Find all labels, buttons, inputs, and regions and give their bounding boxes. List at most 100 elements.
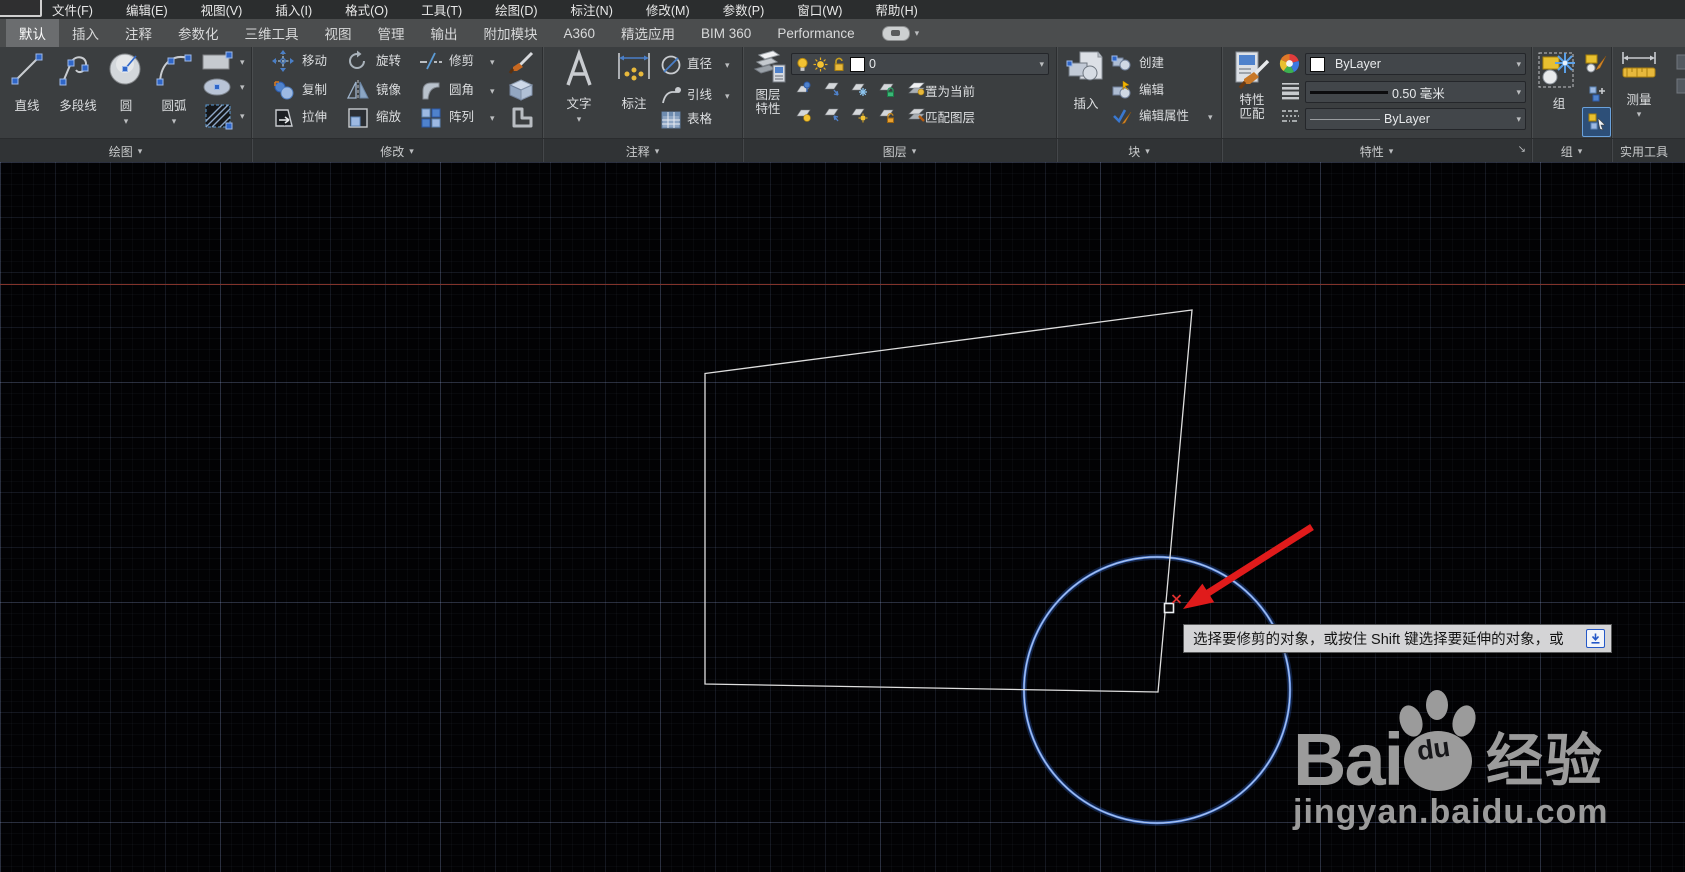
measure-button[interactable]: 测量 ▾ (1616, 49, 1662, 119)
polyline-entity[interactable] (704, 309, 1193, 693)
tab-add-ins[interactable]: 附加模块 (471, 19, 551, 47)
chevron-down-icon[interactable]: ▾ (240, 83, 245, 92)
insert-block-button[interactable]: 插入 (1065, 49, 1107, 111)
copy-button[interactable] (272, 79, 296, 106)
stretch-button[interactable] (272, 106, 296, 135)
array-label[interactable]: 阵列 (449, 108, 474, 126)
tab-a360[interactable]: A360 (551, 19, 609, 47)
ribbon-display-toggle[interactable]: ▾ (881, 19, 919, 47)
tab-output[interactable]: 输出 (418, 19, 471, 47)
edit-block-label[interactable]: 编辑 (1139, 81, 1164, 99)
panel-title-modify[interactable]: 修改 ▾ (252, 139, 543, 163)
chevron-down-icon[interactable]: ▾ (725, 61, 730, 70)
mirror-button[interactable] (346, 79, 370, 106)
menu-tools[interactable]: 工具(T) (421, 0, 462, 19)
layer-unisolate-icon[interactable] (823, 106, 840, 123)
panel-title-group[interactable]: 组 ▾ (1532, 139, 1612, 163)
line-button[interactable]: 直线 (4, 49, 50, 113)
move-button[interactable] (272, 50, 294, 77)
menu-edit[interactable]: 编辑(E) (126, 0, 168, 19)
stretch-label[interactable]: 拉伸 (302, 108, 327, 126)
layer-on-icon[interactable] (795, 106, 812, 123)
layer-properties-button[interactable]: 图层 特性 (747, 49, 789, 116)
create-block-label[interactable]: 创建 (1139, 54, 1164, 72)
scale-button[interactable] (346, 106, 370, 135)
match-properties-button[interactable] (507, 50, 535, 81)
layer-lock-icon[interactable] (879, 80, 896, 97)
chevron-down-icon[interactable]: ▾ (124, 117, 129, 126)
chevron-down-icon[interactable]: ▾ (725, 92, 730, 101)
menu-dimension[interactable]: 标注(N) (571, 0, 613, 19)
array-button[interactable] (419, 106, 443, 135)
panel-title-utilities[interactable]: 实用工具 (1612, 139, 1685, 163)
object-color-select[interactable]: ByLayer ▾ (1305, 53, 1526, 75)
tab-parametric[interactable]: 参数化 (165, 19, 232, 47)
leader-label[interactable]: 引线 (687, 86, 712, 104)
scale-label[interactable]: 缩放 (376, 108, 401, 126)
leader-button[interactable] (660, 85, 682, 112)
move-label[interactable]: 移动 (302, 52, 327, 70)
chevron-down-icon[interactable]: ▾ (240, 112, 245, 121)
match-layer-icon[interactable] (907, 106, 926, 123)
rotate-button[interactable] (346, 50, 368, 77)
edit-block-button[interactable] (1111, 80, 1133, 105)
set-current-label[interactable]: 置为当前 (925, 83, 975, 101)
panel-title-draw[interactable]: 绘图 ▾ (0, 139, 252, 163)
application-button[interactable] (0, 0, 42, 17)
panel-title-layers[interactable]: 图层 ▾ (743, 139, 1057, 163)
chevron-down-icon[interactable]: ▾ (490, 87, 495, 96)
chevron-down-icon[interactable]: ▾ (1637, 110, 1642, 119)
layer-unlock-icon[interactable] (879, 106, 896, 123)
panel-title-properties[interactable]: 特性 ▾ ↘ (1222, 139, 1532, 163)
arc-button[interactable]: 圆弧 ▾ (150, 49, 198, 126)
diameter-button[interactable] (660, 54, 682, 81)
chevron-down-icon[interactable]: ▾ (172, 117, 177, 126)
ellipse-button[interactable] (202, 76, 234, 103)
table-label[interactable]: 表格 (687, 110, 712, 128)
set-current-layer-icon[interactable] (907, 80, 926, 97)
rectangle-button[interactable] (200, 50, 236, 77)
menu-format[interactable]: 格式(O) (345, 0, 388, 19)
mirror-label[interactable]: 镜像 (376, 81, 401, 99)
lineweight-select[interactable]: 0.50 毫米 ▾ (1305, 81, 1526, 103)
dialog-launcher-icon[interactable]: ↘ (1518, 144, 1526, 155)
tab-view[interactable]: 视图 (312, 19, 365, 47)
text-button[interactable]: 文字 ▾ (557, 49, 601, 124)
trim-label[interactable]: 修剪 (449, 52, 474, 70)
group-selection-toggle[interactable] (1582, 107, 1611, 137)
menu-window[interactable]: 窗口(W) (797, 0, 842, 19)
linetype-tool-button[interactable] (1281, 108, 1300, 131)
rotate-label[interactable]: 旋转 (376, 52, 401, 70)
circle-button[interactable]: 圆 ▾ (104, 49, 148, 126)
chevron-down-icon[interactable]: ▾ (577, 115, 582, 124)
menu-view[interactable]: 视图(V) (201, 0, 243, 19)
linetype-select[interactable]: ByLayer ▾ (1305, 108, 1526, 130)
layer-select[interactable]: 0 ▾ (791, 53, 1049, 75)
tab-featured-apps[interactable]: 精选应用 (608, 19, 688, 47)
color-wheel-button[interactable] (1279, 53, 1300, 79)
group-button[interactable]: 组 (1534, 49, 1584, 111)
menu-parametric[interactable]: 参数(P) (723, 0, 765, 19)
layer-off-icon[interactable] (795, 80, 812, 97)
layer-freeze-icon[interactable] (851, 80, 868, 97)
edit-attributes-label[interactable]: 编辑属性 (1139, 107, 1189, 125)
panel-title-annotate[interactable]: 注释 ▾ (543, 139, 743, 163)
copy-label[interactable]: 复制 (302, 81, 327, 99)
layer-thaw-icon[interactable] (851, 106, 868, 123)
polyline-button[interactable]: 多段线 (52, 49, 104, 113)
menu-insert[interactable]: 插入(I) (275, 0, 312, 19)
menu-help[interactable]: 帮助(H) (875, 0, 917, 19)
create-block-button[interactable] (1111, 53, 1133, 78)
diameter-label[interactable]: 直径 (687, 55, 712, 73)
lineweight-tool-button[interactable] (1281, 82, 1300, 105)
tab-bim360[interactable]: BIM 360 (688, 19, 764, 47)
chevron-down-icon[interactable]: ▾ (490, 114, 495, 123)
tab-insert[interactable]: 插入 (59, 19, 112, 47)
layer-isolate-icon[interactable] (823, 80, 840, 97)
fillet-button[interactable] (419, 79, 443, 106)
edit-attributes-button[interactable] (1111, 106, 1133, 131)
chevron-down-icon[interactable]: ▾ (490, 58, 495, 67)
panel-title-block[interactable]: 块 ▾ (1057, 139, 1222, 163)
menu-draw[interactable]: 绘图(D) (495, 0, 537, 19)
group-edit-button[interactable] (1584, 52, 1608, 79)
